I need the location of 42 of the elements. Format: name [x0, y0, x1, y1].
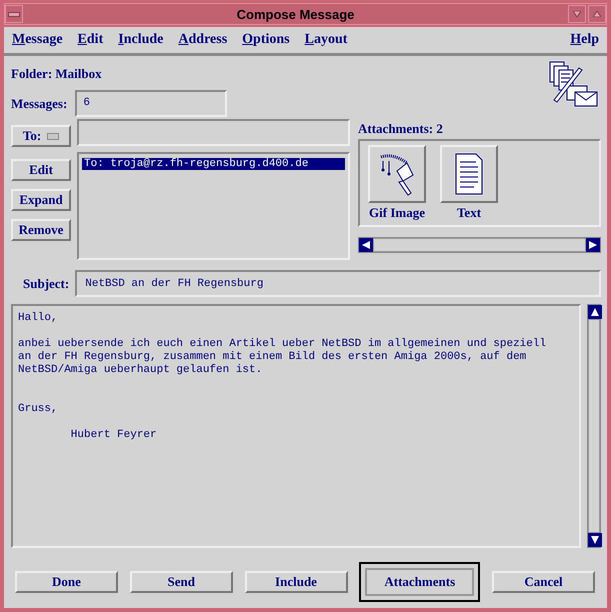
scroll-right-icon[interactable]: [586, 238, 600, 252]
menu-item[interactable]: Message: [12, 32, 63, 48]
vertical-scrollbar[interactable]: [587, 304, 601, 548]
menu-item[interactable]: Edit: [78, 32, 104, 48]
attachment-button[interactable]: [368, 145, 426, 203]
recipient-item[interactable]: To: troja@rz.fh-regensburg.d400.de: [82, 158, 345, 170]
folder-label: Folder: Mailbox: [11, 66, 103, 82]
horizontal-scrollbar[interactable]: [358, 237, 601, 253]
messages-label: Messages:: [11, 96, 68, 112]
to-field[interactable]: [77, 119, 350, 146]
address-button[interactable]: Edit: [11, 159, 71, 181]
attachment-label: Gif Image: [369, 205, 425, 221]
menu-item[interactable]: Layout: [304, 32, 348, 48]
menu-item[interactable]: Options: [242, 32, 290, 48]
subject-label: Subject:: [23, 276, 70, 292]
address-button[interactable]: Remove: [11, 219, 71, 241]
window-title: Compose Message: [236, 6, 356, 22]
attachment-button[interactable]: [440, 145, 498, 203]
action-button[interactable]: Send: [130, 571, 233, 593]
action-button[interactable]: Attachments: [359, 562, 480, 602]
menu-item[interactable]: Address: [178, 32, 228, 48]
window-menu-button[interactable]: [5, 5, 23, 23]
attachment-label: Text: [456, 205, 482, 221]
maximize-button[interactable]: [588, 5, 606, 23]
maximize-icon: [593, 11, 601, 17]
minimize-icon: [573, 11, 581, 17]
message-body[interactable]: Hallo, anbei uebersende ich euch einen Artikel ueber NetBSD im allgemeinen und speziell an der FH Regensburg, zusammen mit einem Bild des ersten Amiga 2000s, auf dem NetBSD/Amiga ueberhaupt gelaufen ist. Gruss, Hubert Feyrer: [11, 304, 581, 548]
address-button[interactable]: Expand: [11, 189, 71, 211]
attachments-label: Attachments: 2: [358, 121, 444, 137]
to-button[interactable]: To:: [11, 125, 71, 147]
action-button[interactable]: Done: [15, 571, 118, 593]
compose-mail-icon: [547, 60, 599, 108]
scroll-down-icon[interactable]: [588, 533, 602, 547]
minimize-button[interactable]: [568, 5, 586, 23]
action-button[interactable]: Cancel: [492, 571, 595, 593]
messages-field[interactable]: 6: [75, 90, 228, 117]
action-button[interactable]: Include: [244, 571, 348, 593]
menu-item[interactable]: Include: [118, 32, 164, 48]
subject-field[interactable]: NetBSD an der FH Regensburg: [75, 270, 601, 297]
scroll-up-icon[interactable]: [588, 305, 602, 319]
scroll-left-icon[interactable]: [359, 238, 373, 252]
help-menu[interactable]: Help: [570, 32, 599, 48]
